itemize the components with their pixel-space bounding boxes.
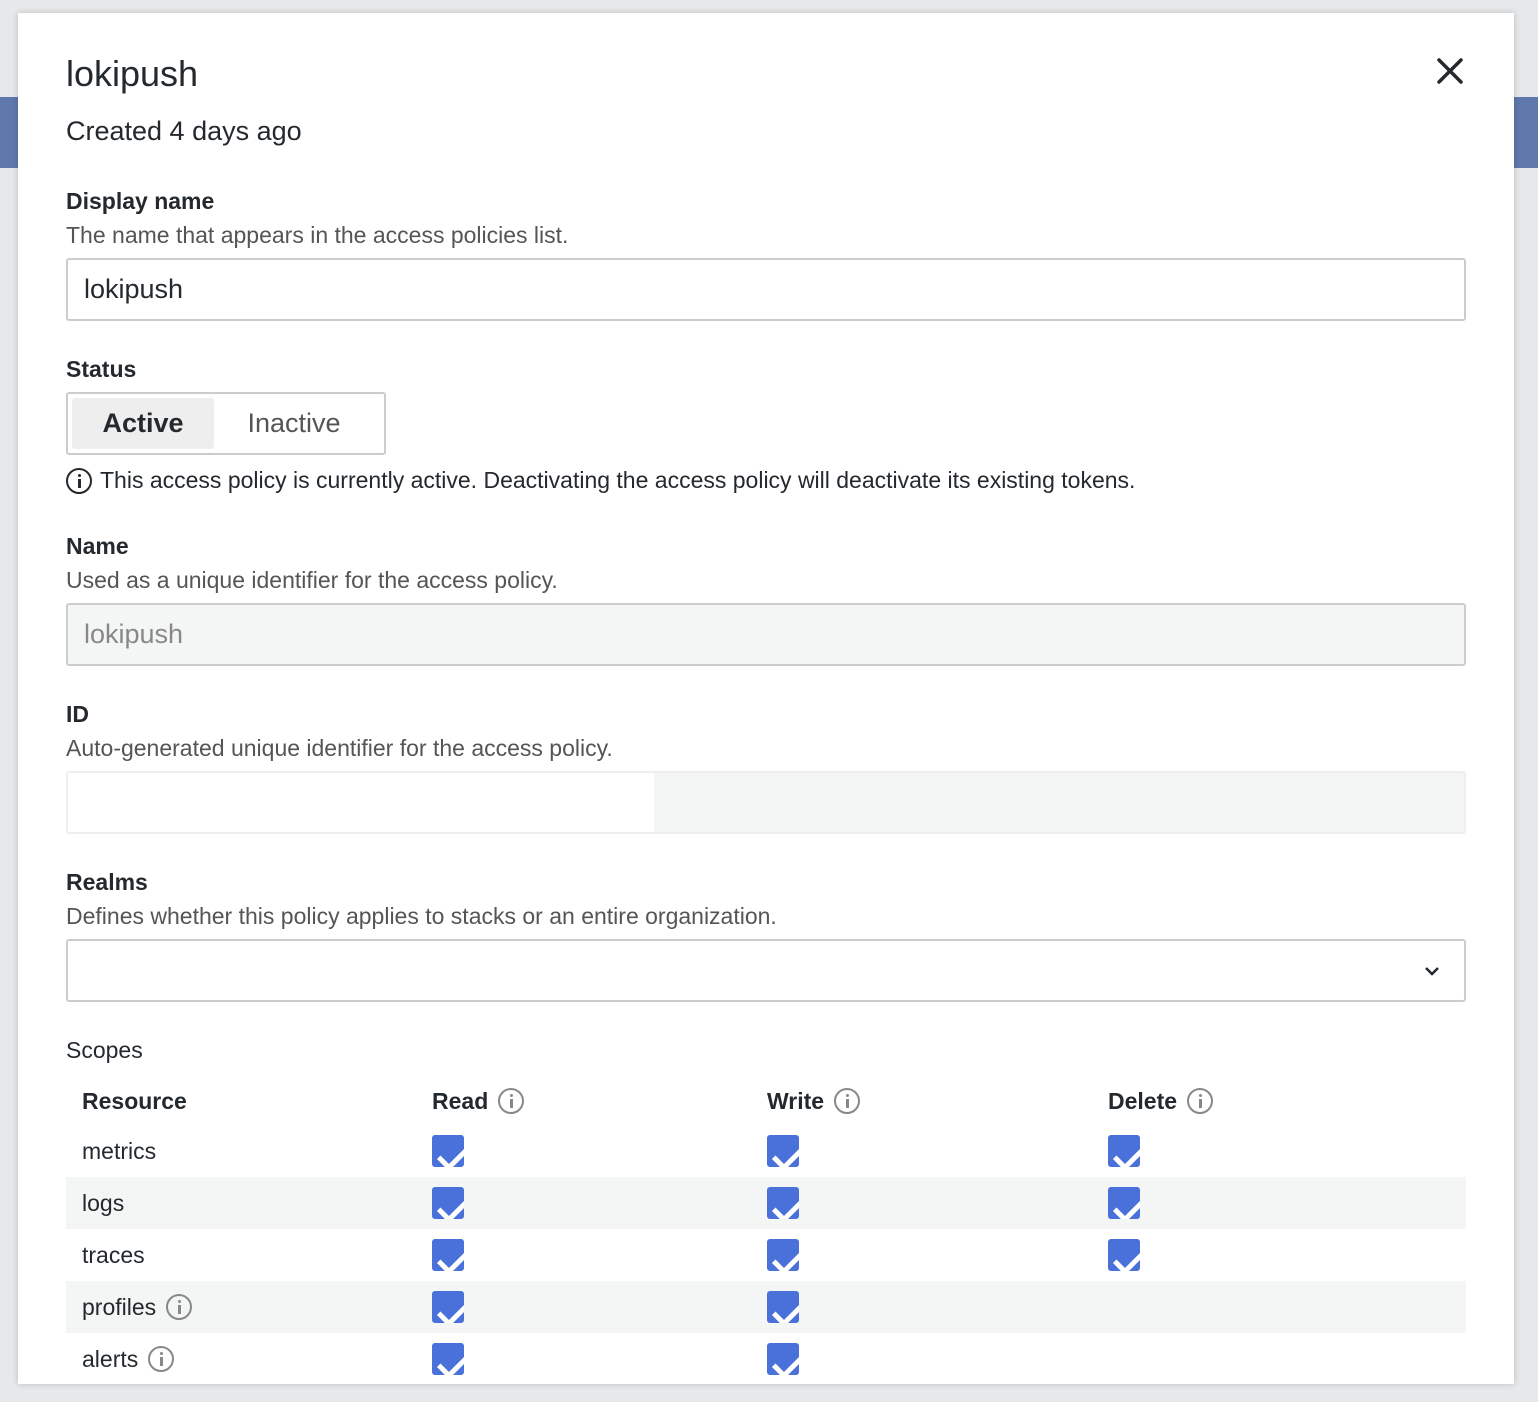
table-row: traces (66, 1229, 1466, 1281)
display-name-description: The name that appears in the access poli… (66, 222, 569, 248)
delete-checkbox[interactable] (1108, 1187, 1140, 1219)
read-checkbox[interactable] (432, 1291, 464, 1323)
status-active-option[interactable]: Active (72, 398, 214, 449)
resource-name: alerts (82, 1345, 139, 1372)
resource-name: metrics (82, 1137, 157, 1164)
write-checkbox[interactable] (767, 1291, 799, 1323)
header-write: Write (767, 1087, 825, 1114)
scopes-header-row: Resource Read Write Delete (66, 1077, 1466, 1125)
display-name-label: Display name (66, 188, 215, 214)
status-toggle: Active Inactive (66, 392, 386, 455)
read-checkbox[interactable] (432, 1239, 464, 1271)
read-checkbox[interactable] (432, 1135, 464, 1167)
status-note-text: This access policy is currently active. … (100, 467, 1136, 493)
table-row: logs (66, 1177, 1466, 1229)
table-row: metrics (66, 1125, 1466, 1177)
realms-select[interactable] (66, 939, 1466, 1002)
delete-checkbox[interactable] (1108, 1135, 1140, 1167)
info-icon[interactable] (166, 1294, 193, 1320)
realms-description: Defines whether this policy applies to s… (66, 903, 777, 929)
info-icon[interactable] (148, 1346, 175, 1372)
background-header (1514, 97, 1538, 168)
read-checkbox[interactable] (432, 1343, 464, 1375)
created-text: Created 4 days ago (66, 116, 302, 146)
resource-name: logs (82, 1189, 125, 1216)
display-name-input[interactable]: lokipush (66, 258, 1466, 321)
status-note: This access policy is currently active. … (66, 467, 1135, 494)
name-input: lokipush (66, 603, 1466, 666)
header-resource: Resource (82, 1087, 187, 1114)
delete-checkbox[interactable] (1108, 1239, 1140, 1271)
id-label: ID (66, 701, 89, 727)
realms-label: Realms (66, 869, 148, 895)
header-delete: Delete (1108, 1087, 1178, 1114)
info-icon (66, 467, 92, 494)
write-checkbox[interactable] (767, 1239, 799, 1271)
scopes-label: Scopes (66, 1037, 143, 1063)
resource-name: traces (82, 1241, 145, 1268)
background-header (0, 97, 18, 168)
status-label: Status (66, 356, 137, 382)
write-checkbox[interactable] (767, 1187, 799, 1219)
name-label: Name (66, 533, 129, 559)
info-icon[interactable] (834, 1088, 861, 1114)
read-checkbox[interactable] (432, 1187, 464, 1219)
info-icon[interactable] (1187, 1088, 1214, 1114)
close-icon[interactable] (1434, 55, 1466, 87)
id-input-overlay (68, 773, 654, 832)
chevron-down-icon[interactable] (1422, 964, 1442, 978)
write-checkbox[interactable] (767, 1135, 799, 1167)
table-row: alerts (66, 1333, 1466, 1385)
access-policy-modal: lokipush Created 4 days ago Display name… (18, 13, 1514, 1384)
status-inactive-option[interactable]: Inactive (214, 398, 374, 449)
table-row: profiles (66, 1281, 1466, 1333)
scopes-table: Resource Read Write Delete metrics logs tr… (66, 1077, 1466, 1385)
header-read: Read (432, 1087, 489, 1114)
info-icon[interactable] (498, 1088, 525, 1114)
write-checkbox[interactable] (767, 1343, 799, 1375)
modal-title: lokipush (66, 53, 199, 94)
resource-name: profiles (82, 1293, 157, 1320)
name-description: Used as a unique identifier for the acce… (66, 567, 558, 593)
id-description: Auto-generated unique identifier for the… (66, 735, 613, 761)
